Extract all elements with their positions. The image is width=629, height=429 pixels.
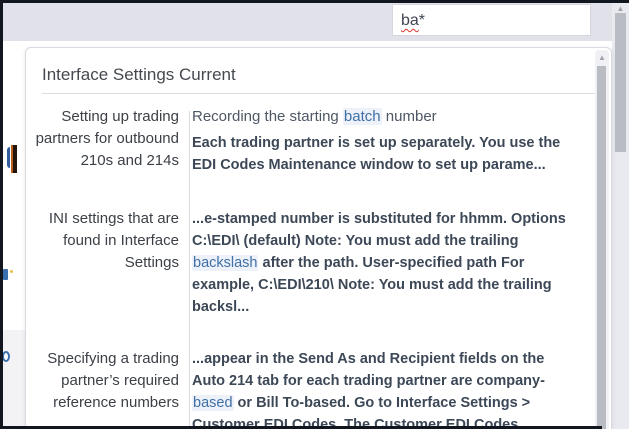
scroll-up-icon[interactable]: ▲	[595, 54, 609, 62]
background-page-strip	[3, 41, 25, 429]
window-border	[0, 0, 3, 429]
result-text: or Bill To-based. Go to Interface Settin…	[192, 395, 530, 429]
title-divider	[42, 93, 595, 94]
window-border	[0, 0, 629, 3]
highlighted-term: batch	[343, 108, 382, 125]
background-artifact	[7, 147, 10, 168]
help-search-window: ba* Interface Settings Current Setting u…	[0, 0, 629, 429]
background-artifact	[11, 145, 17, 173]
result-text: Each trading partner is set up separatel…	[192, 135, 560, 173]
window-scrollbar[interactable]: ▲	[612, 0, 629, 429]
result-text: number	[382, 108, 437, 125]
result-text: ...e-stamped number is substituted for h…	[192, 211, 566, 249]
result-topic: Specifying a trading partner’s required …	[26, 348, 179, 414]
highlighted-term: based	[192, 395, 234, 411]
highlighted-term: backslash	[192, 255, 258, 271]
search-results-dropdown: Interface Settings Current Setting up tr…	[25, 47, 612, 429]
results-scrollbar[interactable]: ▲	[595, 50, 609, 429]
result-text: ...appear in the Send As and Recipient f…	[192, 351, 545, 389]
background-section	[3, 330, 25, 429]
search-term-text: ba	[401, 12, 419, 29]
result-content: ...appear in the Send As and Recipient f…	[179, 348, 571, 429]
search-result[interactable]: Setting up trading partners for outbound…	[26, 106, 571, 176]
search-result[interactable]: INI settings that are found in Interface…	[26, 208, 571, 318]
result-text: Recording the starting	[192, 108, 343, 125]
results-scrollbar-thumb[interactable]	[597, 66, 606, 429]
result-content: ...e-stamped number is substituted for h…	[179, 208, 571, 318]
toolbar: ba*	[3, 3, 612, 41]
search-result[interactable]: Specifying a trading partner’s required …	[26, 348, 571, 429]
results-list: Setting up trading partners for outbound…	[26, 106, 611, 429]
background-artifact	[2, 351, 10, 362]
scroll-up-icon[interactable]: ▲	[612, 5, 629, 13]
background-artifact	[3, 269, 8, 280]
results-panel-title: Interface Settings Current	[42, 64, 595, 86]
search-wildcard-text: *	[419, 12, 425, 29]
result-topic: INI settings that are found in Interface…	[26, 208, 179, 274]
background-artifact	[10, 270, 13, 273]
result-topic: Setting up trading partners for outbound…	[26, 106, 179, 172]
result-content: Recording the starting batch number Each …	[179, 106, 571, 176]
search-input[interactable]: ba*	[392, 4, 591, 36]
window-scrollbar-thumb[interactable]	[615, 13, 626, 152]
